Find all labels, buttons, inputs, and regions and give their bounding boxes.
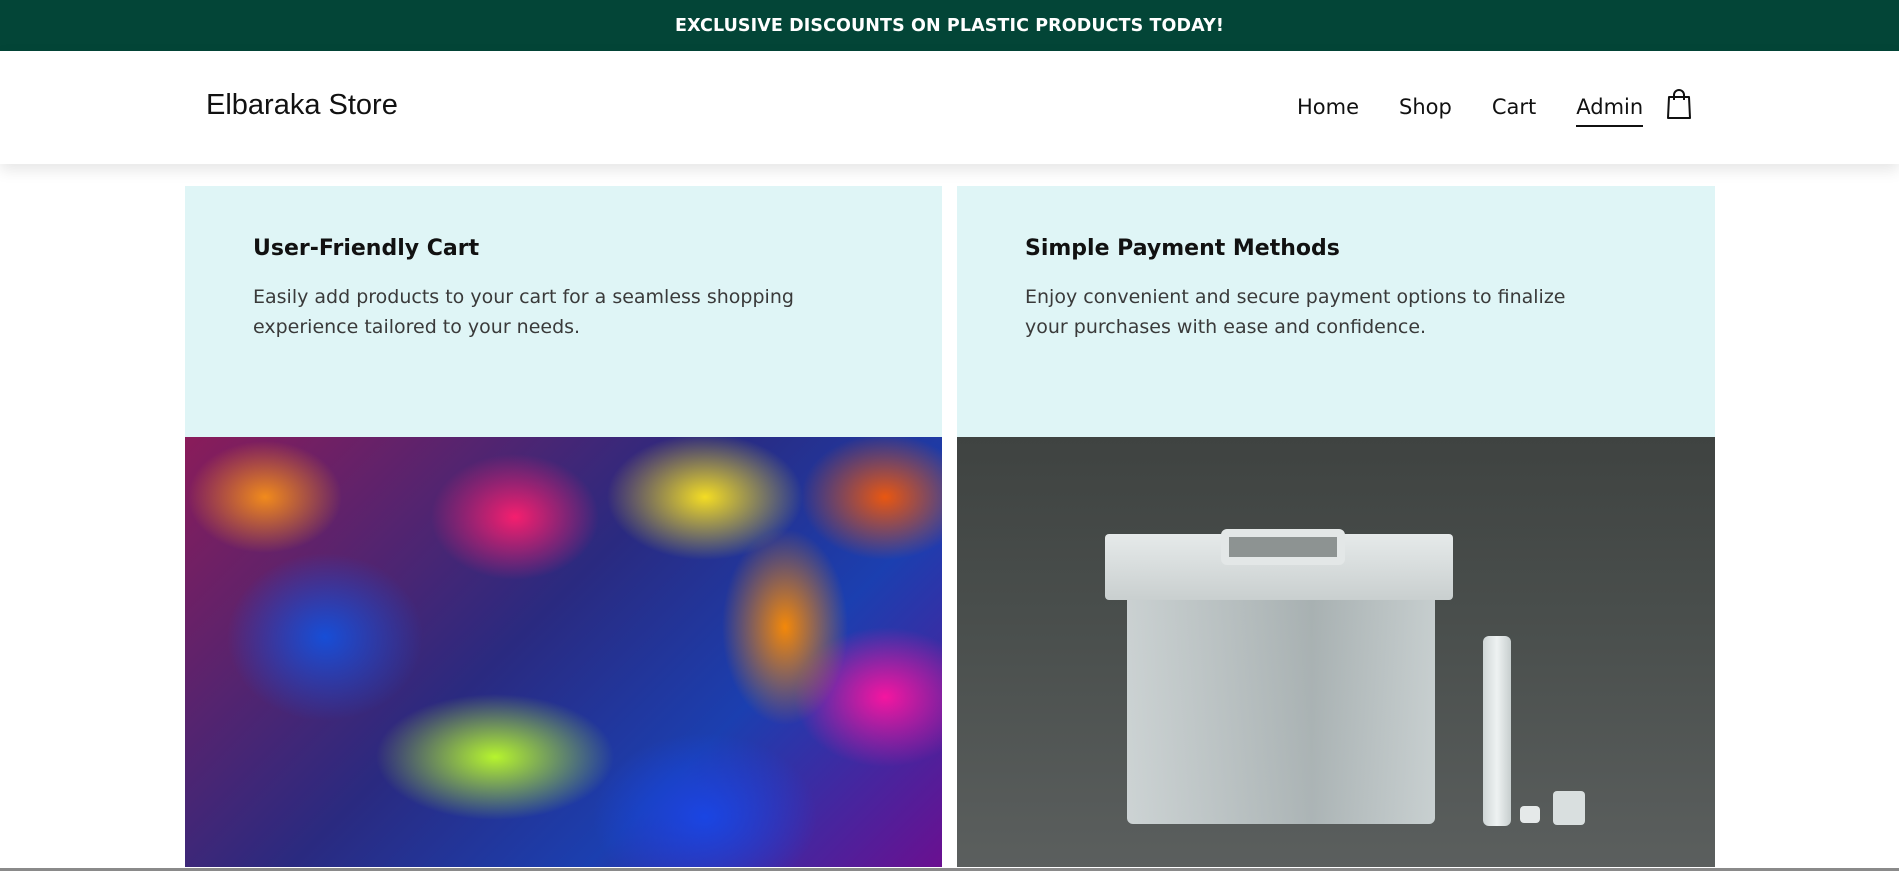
site-header: Elbaraka Store Home Shop Cart Admin	[0, 51, 1899, 164]
container-handle	[1221, 529, 1345, 565]
nav-shop[interactable]: Shop	[1399, 95, 1452, 127]
feature-description: Enjoy convenient and secure payment opti…	[1025, 286, 1566, 338]
feature-card-cart: User-Friendly Cart Easily add products t…	[185, 186, 942, 867]
large-cap	[1553, 791, 1585, 825]
shopping-bag-icon[interactable]	[1665, 88, 1693, 120]
feature-card-payment: Simple Payment Methods Enjoy convenient …	[957, 186, 1715, 867]
small-cap	[1520, 806, 1540, 823]
plastic-toys-image	[185, 437, 942, 867]
plastic-tube	[1483, 636, 1511, 826]
plastic-container-image	[957, 437, 1715, 867]
main-nav: Home Shop Cart Admin	[1297, 95, 1644, 127]
feature-description: Easily add products to your cart for a s…	[253, 286, 794, 338]
feature-title: Simple Payment Methods	[1025, 236, 1340, 261]
container-body	[1127, 600, 1435, 824]
feature-title: User-Friendly Cart	[253, 236, 480, 261]
nav-cart[interactable]: Cart	[1492, 95, 1536, 127]
brand-logo[interactable]: Elbaraka Store	[206, 89, 398, 122]
nav-admin[interactable]: Admin	[1576, 95, 1644, 127]
nav-home[interactable]: Home	[1297, 95, 1359, 127]
announcement-text: EXCLUSIVE DISCOUNTS ON PLASTIC PRODUCTS …	[675, 15, 1224, 36]
announcement-bar: EXCLUSIVE DISCOUNTS ON PLASTIC PRODUCTS …	[0, 0, 1899, 51]
